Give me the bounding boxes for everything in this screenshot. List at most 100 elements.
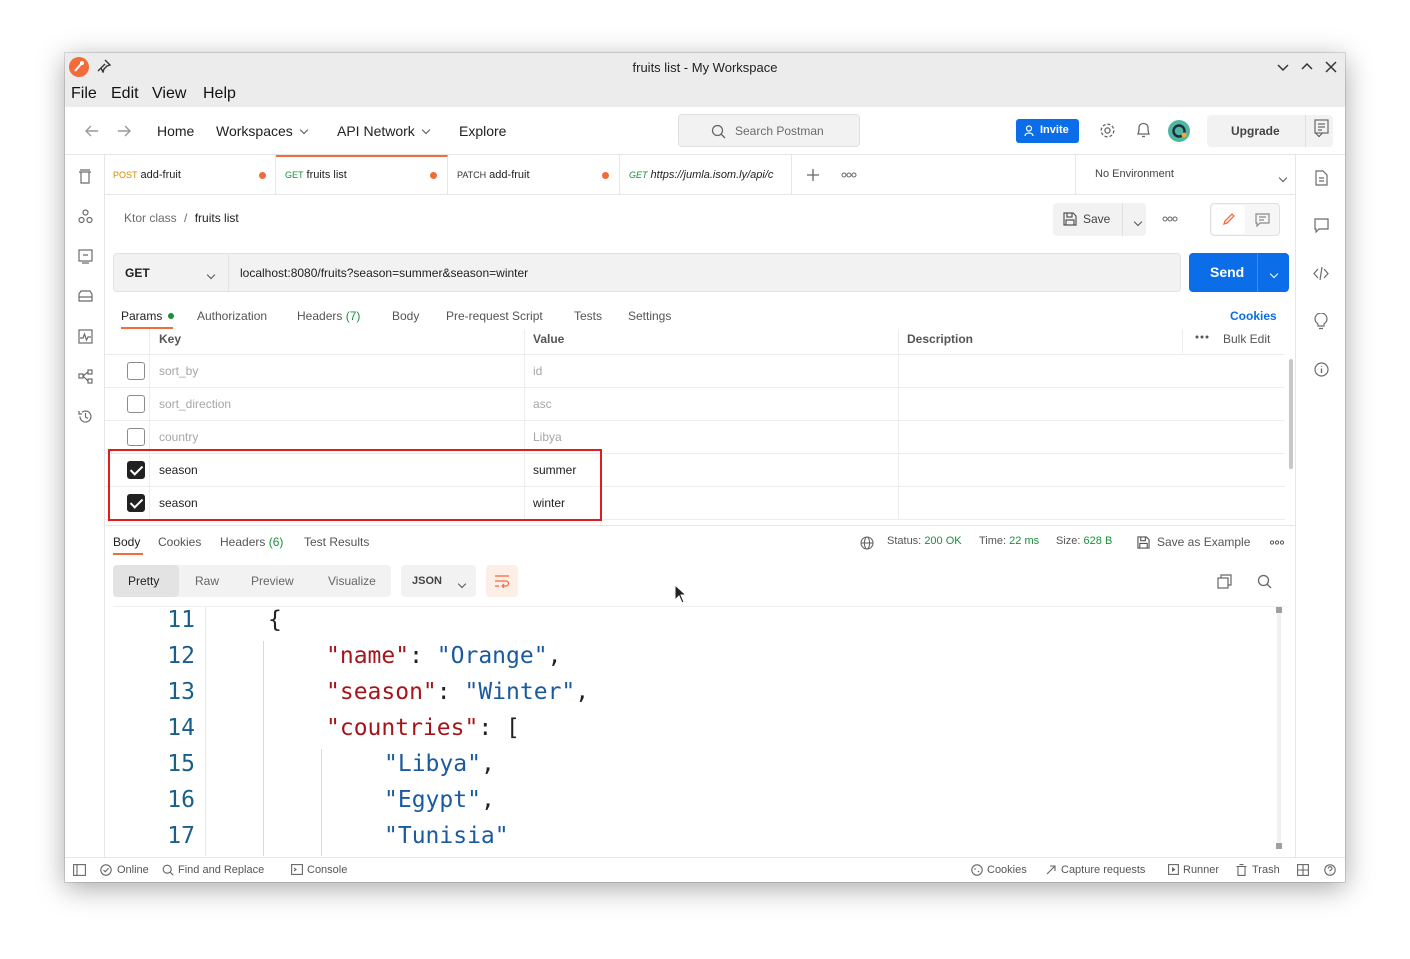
editor-scrollbar[interactable] [1277,607,1281,847]
flows-icon[interactable] [78,369,93,384]
find-and-replace[interactable]: Find and Replace [178,864,264,876]
save-as-example-button[interactable]: Save as Example [1157,535,1250,549]
back-arrow-icon[interactable] [85,124,99,141]
info-icon[interactable] [1314,362,1329,377]
monitors-icon[interactable] [78,329,93,344]
param-key[interactable]: country [159,430,198,444]
send-button[interactable]: Send [1189,253,1289,292]
notification-bell-icon[interactable] [1136,122,1151,142]
breadcrumb-request[interactable]: fruits list [195,211,239,225]
tab-body[interactable]: Body [392,309,419,323]
tab-params[interactable]: Params [121,309,174,323]
online-check-icon [100,864,112,876]
view-visualize[interactable]: Visualize [328,574,376,588]
param-checkbox[interactable] [127,428,145,446]
tab-tests[interactable]: Tests [574,309,602,323]
params-scrollbar[interactable] [1289,359,1293,469]
menu-view[interactable]: View [152,85,186,103]
maximize-icon[interactable] [1301,61,1313,76]
menu-edit[interactable]: Edit [111,85,139,103]
view-preview[interactable]: Preview [251,574,294,588]
format-selector[interactable]: JSON [401,565,476,597]
environment-quick-look-icon[interactable] [1314,119,1329,134]
nav-home[interactable]: Home [157,123,194,139]
param-key[interactable]: sort_by [159,364,198,378]
url-input[interactable]: localhost:8080/fruits?season=summer&seas… [229,253,1181,292]
param-key[interactable]: sort_direction [159,397,231,411]
forward-arrow-icon[interactable] [117,124,131,141]
response-divider [105,525,1295,526]
edit-mode-button[interactable] [1212,205,1245,234]
console-button[interactable]: Console [307,864,347,876]
bulk-edit-link[interactable]: Bulk Edit [1223,332,1270,346]
nav-api-network[interactable]: API Network [337,123,431,139]
tab-patch-add-fruit[interactable]: PATCH add-fruit [448,155,620,195]
cookies-link[interactable]: Cookies [1230,309,1277,323]
tab-headers[interactable]: Headers (7) [297,309,360,323]
online-status[interactable]: Online [117,864,149,876]
comment-mode-icon[interactable] [1255,213,1270,227]
apis-icon[interactable] [78,209,93,224]
trash-button[interactable]: Trash [1252,864,1280,876]
response-tab-headers[interactable]: Headers (6) [220,535,283,549]
param-checkbox[interactable] [127,395,145,413]
tab-post-add-fruit[interactable]: POST add-fruit [105,155,276,195]
history-icon[interactable] [78,409,93,424]
more-options-icon[interactable] [1270,540,1284,545]
param-value[interactable]: asc [533,397,552,411]
settings-gear-icon[interactable] [1099,122,1116,142]
tab-get-jumla[interactable]: GET https://jumla.isom.ly/api/c [620,155,792,195]
tab-authorization[interactable]: Authorization [197,309,267,323]
environments-icon[interactable] [78,249,93,264]
response-tab-test-results[interactable]: Test Results [304,535,369,549]
wrap-lines-button[interactable] [486,565,518,597]
comments-icon[interactable] [1314,218,1329,233]
time-value[interactable]: 22 ms [1009,535,1039,547]
more-options-icon[interactable] [1195,335,1209,339]
globe-icon[interactable] [860,536,874,550]
capture-requests-button[interactable]: Capture requests [1061,864,1145,876]
menu-file[interactable]: File [71,85,97,103]
minimize-icon[interactable] [1277,61,1289,76]
view-raw[interactable]: Raw [195,574,219,588]
toggle-sidebar-icon[interactable] [73,864,86,876]
menu-help[interactable]: Help [203,85,236,103]
help-icon[interactable] [1324,864,1336,876]
nav-explore[interactable]: Explore [459,123,506,139]
nav-workspaces[interactable]: Workspaces [216,123,309,139]
response-tab-body[interactable]: Body [113,535,140,549]
more-actions-icon[interactable] [1162,216,1178,222]
documentation-icon[interactable] [1315,170,1328,186]
tab-name: add-fruit [140,169,181,181]
response-tab-cookies[interactable]: Cookies [158,535,201,549]
param-value[interactable]: Libya [533,430,562,444]
tab-pre-request-script[interactable]: Pre-request Script [446,309,543,323]
environment-selector[interactable]: No Environment [1075,155,1295,195]
view-pretty[interactable]: Pretty [113,565,179,597]
size-value[interactable]: 628 B [1084,535,1113,547]
more-tabs-icon[interactable] [841,172,857,178]
avatar[interactable] [1168,120,1190,142]
tab-settings[interactable]: Settings [628,309,671,323]
close-icon[interactable] [1325,61,1337,76]
invite-button[interactable]: Invite [1016,119,1079,143]
lightbulb-icon[interactable] [1314,313,1328,330]
trash-can-icon[interactable] [78,169,92,184]
status-value[interactable]: 200 OK [924,535,961,547]
new-tab-plus-icon[interactable] [806,168,820,182]
copy-icon[interactable] [1217,574,1232,589]
code-icon[interactable] [1313,266,1329,281]
search-icon[interactable] [1257,574,1272,589]
param-value[interactable]: id [533,364,542,378]
tab-get-fruits-list[interactable]: GET fruits list [276,155,448,195]
method-selector[interactable]: GET [113,253,229,292]
layout-grid-icon[interactable] [1297,864,1309,876]
runner-button[interactable]: Runner [1183,864,1219,876]
cookies-button[interactable]: Cookies [987,864,1027,876]
search-box[interactable]: Search Postman [678,114,860,147]
response-body-editor[interactable]: 11 {12 "name": "Orange", 13 "season": "Winte… [113,606,1285,856]
breadcrumb-collection[interactable]: Ktor class [124,211,177,225]
mock-servers-icon[interactable] [78,289,93,304]
param-checkbox[interactable] [127,362,145,380]
save-button[interactable]: Save [1053,203,1146,236]
